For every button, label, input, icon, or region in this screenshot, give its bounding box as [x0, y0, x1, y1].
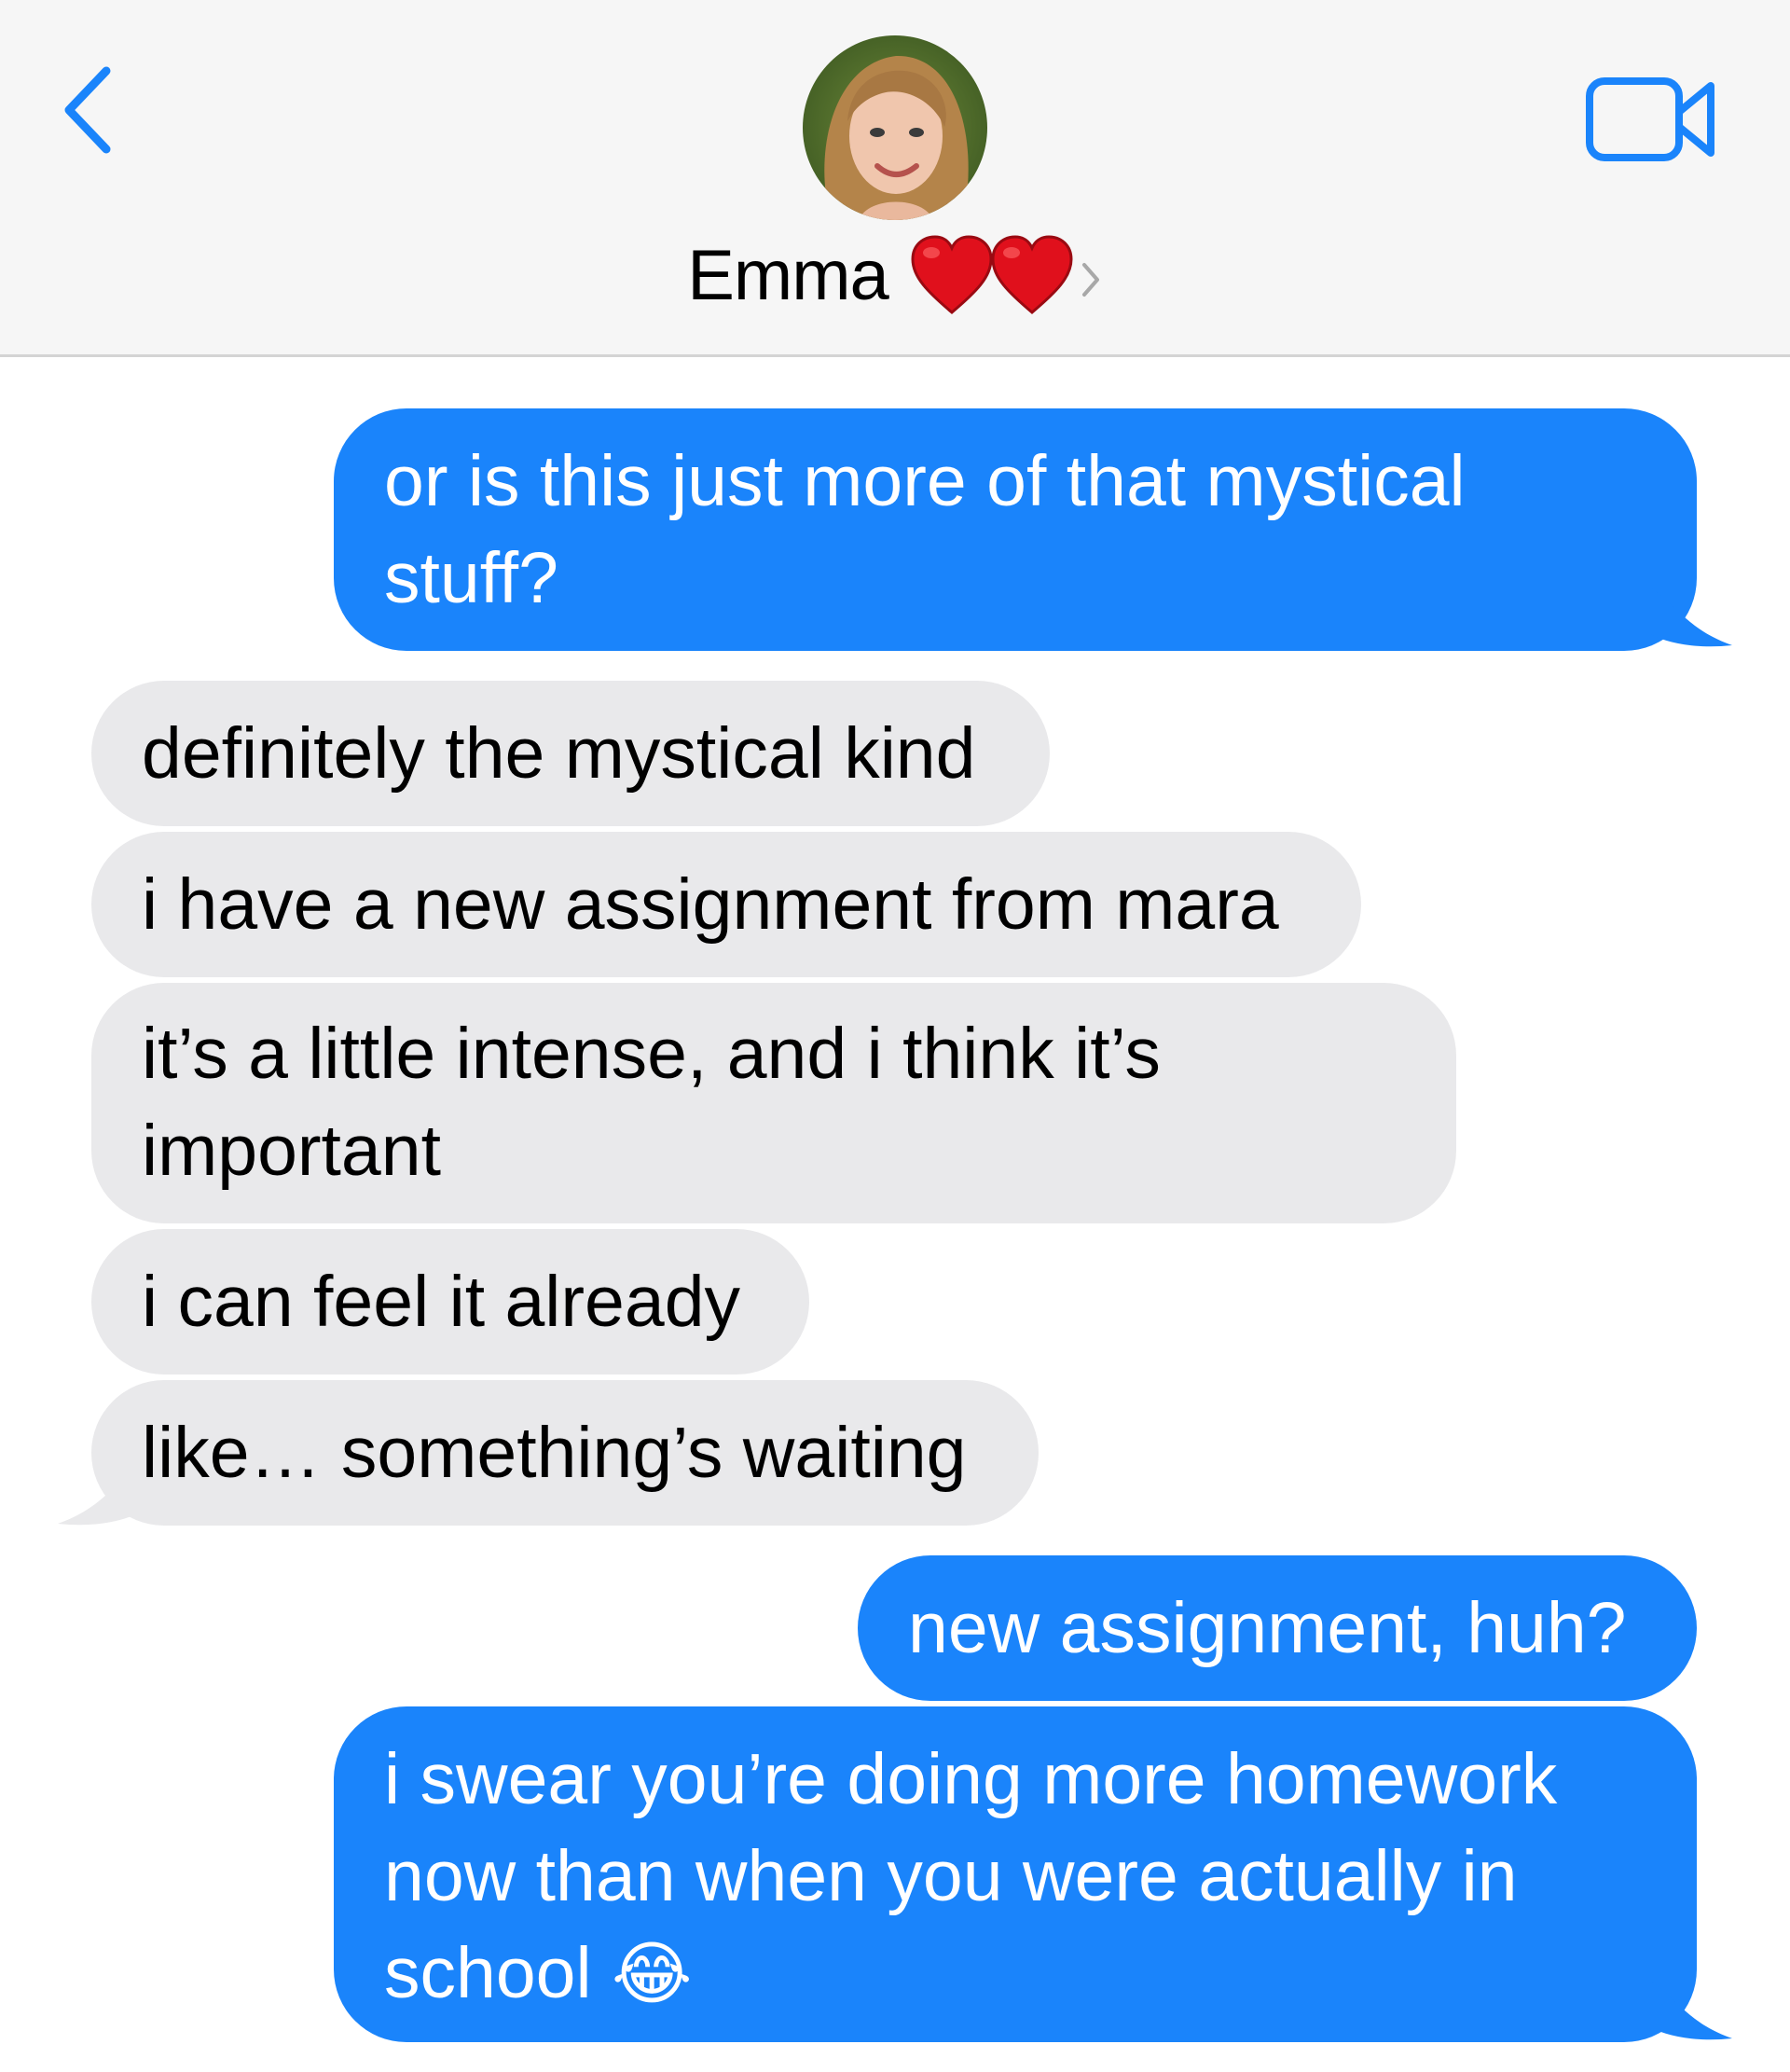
received-message[interactable]: it’s a little intense, and i think it’s … — [91, 983, 1456, 1223]
message-text: i have a new assignment from mara — [142, 864, 1279, 945]
red-heart-icon — [911, 235, 993, 314]
bubble-tail — [58, 1466, 140, 1526]
chevron-right-icon — [1081, 263, 1099, 297]
received-message[interactable]: i have a new assignment from mara — [91, 832, 1361, 977]
laughing-emoji: 😂 — [611, 1934, 693, 2014]
contact-avatar[interactable] — [803, 35, 987, 220]
red-heart-icon — [991, 235, 1073, 314]
back-button[interactable] — [58, 63, 123, 157]
chevron-left-icon — [64, 66, 111, 154]
message-text: definitely the mystical kind — [142, 713, 976, 794]
message-text: or is this just more of that mystical st… — [384, 441, 1466, 618]
message-text: like… something’s waiting — [142, 1413, 967, 1493]
heart-emojis — [909, 234, 1103, 316]
facetime-button[interactable] — [1585, 76, 1720, 162]
bubble-tail — [1650, 587, 1732, 647]
video-camera-icon — [1586, 77, 1714, 161]
sent-message[interactable]: new assignment, huh? — [858, 1555, 1697, 1701]
message-text: i swear you’re doing more homework now t… — [384, 1739, 1558, 2013]
received-message[interactable]: definitely the mystical kind — [91, 681, 1050, 826]
contact-name: Emma — [687, 235, 889, 315]
message-text: i can feel it already — [142, 1262, 741, 1342]
sent-message[interactable]: i swear you’re doing more homework now t… — [334, 1706, 1697, 2042]
contact-name-row[interactable]: Emma — [0, 224, 1790, 326]
message-text: new assignment, huh? — [908, 1588, 1627, 1668]
sent-message[interactable]: or is this just more of that mystical st… — [334, 408, 1697, 651]
message-text: it’s a little intense, and i think it’s … — [142, 1014, 1161, 1191]
received-message[interactable]: like… something’s waiting — [91, 1380, 1039, 1526]
conversation-header: Emma — [0, 0, 1790, 357]
bubble-tail — [1650, 1981, 1732, 2040]
received-message[interactable]: i can feel it already — [91, 1229, 809, 1374]
